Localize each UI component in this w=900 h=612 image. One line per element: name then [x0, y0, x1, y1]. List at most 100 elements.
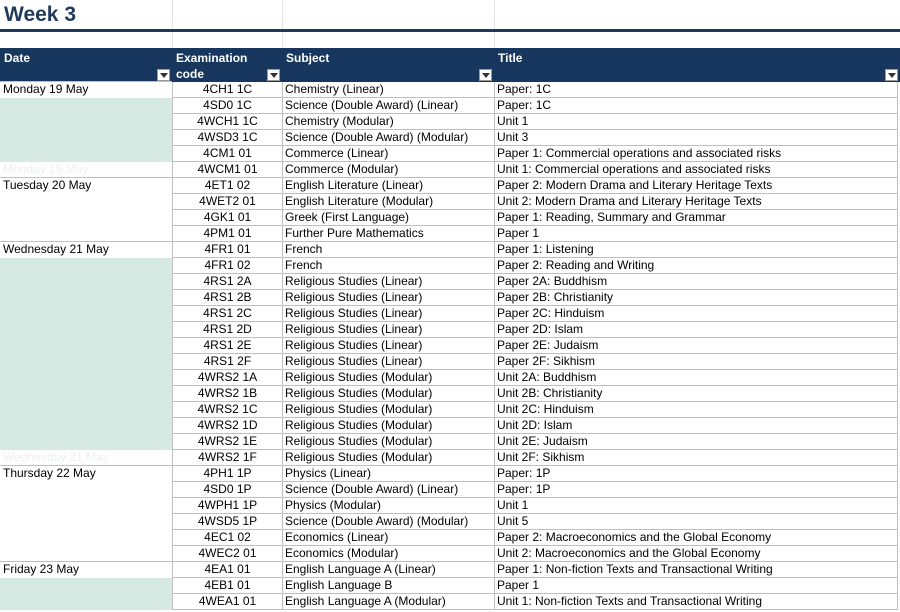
- title-cell[interactable]: Unit 1: Commercial operations and associ…: [494, 162, 898, 178]
- date-cell[interactable]: [0, 194, 172, 210]
- title-cell[interactable]: Unit 2: Modern Drama and Literary Herita…: [494, 194, 898, 210]
- date-cell[interactable]: [0, 370, 172, 386]
- subject-cell[interactable]: Religious Studies (Modular): [282, 402, 494, 418]
- filter-dropdown-icon[interactable]: [885, 69, 898, 81]
- date-cell[interactable]: [0, 594, 172, 610]
- subject-cell[interactable]: English Literature (Linear): [282, 178, 494, 194]
- date-cell[interactable]: Friday 23 May: [0, 561, 172, 578]
- subject-cell[interactable]: Science (Double Award) (Linear): [282, 482, 494, 498]
- date-cell[interactable]: Monday 19 May: [0, 81, 172, 98]
- title-cell[interactable]: Paper 1: Listening: [494, 242, 898, 258]
- title-cell[interactable]: Unit 1: [494, 114, 898, 130]
- date-cell[interactable]: [0, 130, 172, 146]
- subject-cell[interactable]: Further Pure Mathematics: [282, 226, 494, 242]
- date-cell[interactable]: [0, 418, 172, 434]
- exam-code-cell[interactable]: 4WCM1 01: [172, 162, 282, 178]
- title-cell[interactable]: Paper 2C: Hinduism: [494, 306, 898, 322]
- exam-code-cell[interactable]: 4WRS2 1D: [172, 418, 282, 434]
- title-cell[interactable]: Paper 2: Modern Drama and Literary Herit…: [494, 178, 898, 194]
- filter-dropdown-icon[interactable]: [267, 69, 280, 81]
- title-cell[interactable]: Paper 2B: Christianity: [494, 290, 898, 306]
- exam-code-cell[interactable]: 4PM1 01: [172, 226, 282, 242]
- exam-code-cell[interactable]: 4WET2 01: [172, 194, 282, 210]
- date-cell[interactable]: Tuesday 20 May: [0, 177, 172, 194]
- subject-cell[interactable]: Religious Studies (Modular): [282, 386, 494, 402]
- exam-code-cell[interactable]: 4EA1 01: [172, 562, 282, 578]
- title-cell[interactable]: Paper: 1C: [494, 82, 898, 98]
- subject-cell[interactable]: Religious Studies (Linear): [282, 306, 494, 322]
- title-cell[interactable]: Paper 2A: Buddhism: [494, 274, 898, 290]
- exam-code-cell[interactable]: 4GK1 01: [172, 210, 282, 226]
- date-cell[interactable]: [0, 306, 172, 322]
- subject-cell[interactable]: English Language B: [282, 578, 494, 594]
- exam-code-cell[interactable]: 4EC1 02: [172, 530, 282, 546]
- subject-cell[interactable]: French: [282, 242, 494, 258]
- title-cell[interactable]: Unit 3: [494, 130, 898, 146]
- subject-cell[interactable]: Religious Studies (Linear): [282, 338, 494, 354]
- date-cell[interactable]: [0, 210, 172, 226]
- title-cell[interactable]: Paper 2D: Islam: [494, 322, 898, 338]
- exam-code-cell[interactable]: 4WCH1 1C: [172, 114, 282, 130]
- exam-code-cell[interactable]: 4WRS2 1F: [172, 450, 282, 466]
- date-cell[interactable]: Monday 19 May: [0, 162, 172, 178]
- exam-code-cell[interactable]: 4SD0 1C: [172, 98, 282, 114]
- date-cell[interactable]: [0, 226, 172, 242]
- date-cell[interactable]: [0, 146, 172, 162]
- subject-cell[interactable]: Religious Studies (Modular): [282, 434, 494, 450]
- subject-cell[interactable]: English Language A (Linear): [282, 562, 494, 578]
- date-cell[interactable]: [0, 386, 172, 402]
- title-cell[interactable]: Paper 2: Reading and Writing: [494, 258, 898, 274]
- subject-cell[interactable]: Chemistry (Linear): [282, 82, 494, 98]
- date-cell[interactable]: Thursday 22 May: [0, 465, 172, 482]
- date-cell[interactable]: [0, 434, 172, 450]
- date-cell[interactable]: [0, 482, 172, 498]
- subject-cell[interactable]: English Language A (Modular): [282, 594, 494, 610]
- date-cell[interactable]: [0, 514, 172, 530]
- exam-code-cell[interactable]: 4RS1 2A: [172, 274, 282, 290]
- date-cell[interactable]: Wednesday 21 May: [0, 241, 172, 258]
- exam-code-cell[interactable]: 4FR1 02: [172, 258, 282, 274]
- exam-code-cell[interactable]: 4WSD3 1C: [172, 130, 282, 146]
- date-cell[interactable]: [0, 546, 172, 562]
- title-cell[interactable]: Paper 2: Macroeconomics and the Global E…: [494, 530, 898, 546]
- exam-code-cell[interactable]: 4RS1 2F: [172, 354, 282, 370]
- date-cell[interactable]: [0, 274, 172, 290]
- subject-cell[interactable]: English Literature (Modular): [282, 194, 494, 210]
- exam-code-cell[interactable]: 4SD0 1P: [172, 482, 282, 498]
- title-cell[interactable]: Paper 1: [494, 578, 898, 594]
- title-cell[interactable]: Unit 2D: Islam: [494, 418, 898, 434]
- date-cell[interactable]: [0, 530, 172, 546]
- title-cell[interactable]: Paper: 1P: [494, 466, 898, 482]
- subject-cell[interactable]: Greek (First Language): [282, 210, 494, 226]
- title-cell[interactable]: Unit 2E: Judaism: [494, 434, 898, 450]
- exam-code-cell[interactable]: 4WEA1 01: [172, 594, 282, 610]
- date-cell[interactable]: [0, 98, 172, 114]
- date-cell[interactable]: [0, 402, 172, 418]
- title-cell[interactable]: Paper: 1C: [494, 98, 898, 114]
- date-cell[interactable]: [0, 322, 172, 338]
- title-cell[interactable]: Unit 1: Non-fiction Texts and Transactio…: [494, 594, 898, 610]
- exam-code-cell[interactable]: 4WPH1 1P: [172, 498, 282, 514]
- exam-code-cell[interactable]: 4WSD5 1P: [172, 514, 282, 530]
- subject-cell[interactable]: Physics (Modular): [282, 498, 494, 514]
- date-cell[interactable]: [0, 114, 172, 130]
- subject-cell[interactable]: Chemistry (Modular): [282, 114, 494, 130]
- date-cell[interactable]: Wednesday 21 May: [0, 450, 172, 466]
- date-cell[interactable]: [0, 338, 172, 354]
- title-cell[interactable]: Paper: 1P: [494, 482, 898, 498]
- date-cell[interactable]: [0, 290, 172, 306]
- filter-dropdown-icon[interactable]: [479, 69, 492, 81]
- subject-cell[interactable]: Science (Double Award) (Modular): [282, 514, 494, 530]
- subject-cell[interactable]: Physics (Linear): [282, 466, 494, 482]
- subject-cell[interactable]: Economics (Modular): [282, 546, 494, 562]
- title-cell[interactable]: Paper 1: Reading, Summary and Grammar: [494, 210, 898, 226]
- title-cell[interactable]: Unit 2B: Christianity: [494, 386, 898, 402]
- exam-code-cell[interactable]: 4WRS2 1E: [172, 434, 282, 450]
- title-cell[interactable]: Unit 2A: Buddhism: [494, 370, 898, 386]
- date-cell[interactable]: [0, 354, 172, 370]
- subject-cell[interactable]: Religious Studies (Modular): [282, 418, 494, 434]
- subject-cell[interactable]: Science (Double Award) (Modular): [282, 130, 494, 146]
- subject-cell[interactable]: Economics (Linear): [282, 530, 494, 546]
- exam-code-cell[interactable]: 4RS1 2E: [172, 338, 282, 354]
- date-cell[interactable]: [0, 258, 172, 274]
